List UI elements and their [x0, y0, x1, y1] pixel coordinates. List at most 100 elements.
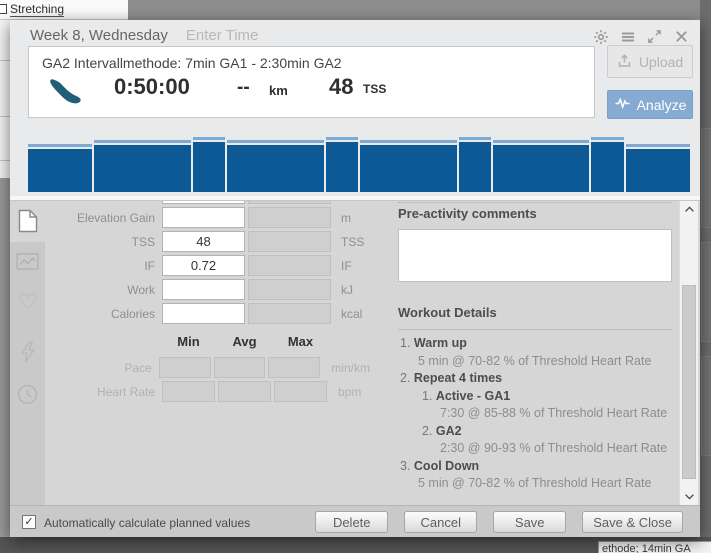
form-row-elevation-gain: Elevation Gainm [10, 207, 370, 228]
scrollbar-thumb[interactable] [682, 285, 696, 479]
background-right-edge [700, 0, 711, 553]
cutoff-input-disabled [248, 201, 331, 204]
running-shoe-icon [45, 78, 82, 111]
stats-header-min: Min [162, 334, 215, 349]
chart-bar-active-ga1 [94, 140, 191, 192]
workout-step-description: 5 min @ 70-82 % of Threshold Heart Rate [398, 353, 684, 371]
workout-details-rule [398, 329, 672, 330]
analyze-button[interactable]: Analyze [607, 90, 693, 119]
workout-step-description: 7:30 @ 85-88 % of Threshold Heart Rate [398, 405, 684, 423]
elevation-gain-completed-input [248, 207, 331, 228]
workout-step-number: 2. [422, 424, 436, 438]
background-line [0, 60, 10, 61]
stats-unit: min/km [331, 361, 370, 375]
workout-editor-modal: Week 8, Wednesday Enter Time GA2 Interva… [10, 20, 700, 537]
analyze-label: Analyze [637, 97, 687, 113]
background-line [0, 116, 10, 117]
pre-activity-comments-input[interactable] [398, 229, 672, 282]
form-unit: kcal [341, 307, 362, 321]
form-row-calories: Calories kcal [10, 303, 370, 324]
workout-summary-card: GA2 Intervallmethode: 7min GA1 - 2:30min… [28, 46, 595, 118]
scroll-up-icon[interactable] [680, 202, 699, 215]
workout-details-list: 1. Warm up5 min @ 70-82 % of Threshold H… [398, 335, 684, 493]
background-card [701, 242, 711, 342]
background-workout-fragment: ethode; 14min GA [602, 543, 691, 553]
upload-label: Upload [639, 54, 683, 70]
form-row-if: IF 0.72 IF [10, 255, 370, 276]
workout-step: 3. Cool Down [398, 458, 684, 476]
chart-bar-active-ga1 [227, 140, 324, 192]
workout-step-title: GA2 [436, 424, 462, 438]
enter-time-link[interactable]: Enter Time [186, 27, 259, 44]
workout-step-title: Repeat 4 times [414, 371, 502, 385]
min-avg-max-table: MinAvgMax Pace min/km Heart Ratebpm [10, 334, 370, 405]
chart-bar-ga2 [459, 137, 491, 192]
stats-header-avg: Avg [218, 334, 271, 349]
tss-input[interactable]: 48 [162, 231, 245, 252]
analyze-waveform-icon [614, 96, 631, 113]
workout-step: 2. GA2 [398, 423, 684, 441]
elevation-gain-input[interactable] [162, 207, 245, 228]
menu-icon[interactable] [619, 28, 636, 45]
cancel-button[interactable]: Cancel [404, 511, 477, 533]
form-row-tss: TSS 48 TSS [10, 231, 370, 252]
stats-row-heart-rate: Heart Ratebpm [10, 381, 370, 402]
stats-row-pace: Pace min/km [10, 357, 370, 378]
form-label: IF [10, 259, 155, 273]
background-workout-label: Stretching [10, 2, 64, 17]
if-completed-input [248, 255, 331, 276]
stats-label: Pace [10, 361, 152, 375]
stats-header-row: MinAvgMax [162, 334, 370, 349]
upload-button[interactable]: Upload [607, 45, 693, 78]
background-bottom-edge: ethode; 14min GA [0, 537, 711, 553]
delete-button[interactable]: Delete [315, 511, 388, 533]
workout-step-description: 2:30 @ 90-93 % of Threshold Heart Rate [398, 440, 684, 458]
resize-icon[interactable] [646, 28, 663, 45]
background-left-white [0, 20, 10, 178]
background-card [701, 128, 711, 228]
background-line [0, 160, 10, 161]
form-unit: IF [341, 259, 352, 273]
pace-value-input [268, 357, 320, 378]
workout-step-number: 1. [400, 336, 414, 350]
background-workout-card: ethode; 14min GA [598, 541, 711, 553]
upload-icon [617, 53, 632, 71]
stats-unit: bpm [338, 385, 361, 399]
workout-step-title: Cool Down [414, 459, 479, 473]
form-label: TSS [10, 235, 155, 249]
form-label: Calories [10, 307, 155, 321]
gear-icon[interactable] [592, 28, 609, 45]
workout-step-description: 5 min @ 70-82 % of Threshold Heart Rate [398, 475, 684, 493]
workout-step: 1. Warm up [398, 335, 684, 353]
work-input[interactable] [162, 279, 245, 300]
workout-step-number: 1. [422, 389, 436, 403]
cutoff-dotted-edge [398, 201, 672, 203]
save-button[interactable]: Save [493, 511, 566, 533]
workout-details-heading: Workout Details [398, 305, 497, 320]
form-unit: TSS [341, 235, 364, 249]
if-input[interactable]: 0.72 [162, 255, 245, 276]
footer-buttons: Delete Cancel Save Save & Close [315, 511, 683, 533]
form-unit: m [341, 211, 351, 225]
distance-unit: km [269, 83, 288, 98]
background-card [701, 356, 711, 456]
form-unit: kJ [341, 283, 353, 297]
planned-values-form: Elevation Gainm TSS 48 TSS IF 0.72 IF Work kJ Cal… [10, 207, 370, 327]
chart-bar-active-ga1 [493, 140, 590, 192]
form-label: Work [10, 283, 155, 297]
workout-step-number: 2. [400, 371, 414, 385]
pace-value-input [159, 357, 211, 378]
scrollbar[interactable] [679, 201, 698, 505]
chart-bar-cool-down [626, 144, 690, 192]
form-row-work: Work kJ [10, 279, 370, 300]
scroll-down-icon[interactable] [680, 490, 699, 503]
background-calendar: Stretching [0, 0, 711, 20]
workout-step-title: Warm up [414, 336, 467, 350]
save-close-button[interactable]: Save & Close [582, 511, 683, 533]
close-icon[interactable] [673, 28, 690, 45]
auto-calc-label: Automatically calculate planned values [44, 516, 250, 530]
calories-input[interactable] [162, 303, 245, 324]
chart-bar-ga2 [193, 137, 225, 192]
auto-calc-checkbox[interactable]: ✓ [22, 515, 36, 529]
background-calendar-cell: Stretching [0, 0, 128, 20]
